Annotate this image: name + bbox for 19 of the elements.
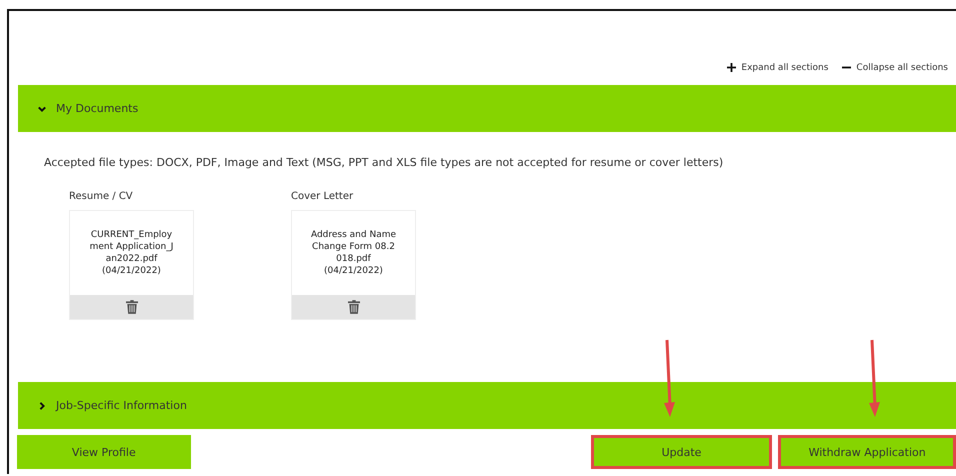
section-toggle-link[interactable]: Expand all sections: [727, 60, 828, 75]
trash-icon[interactable]: [348, 300, 360, 314]
document-label: Resume / CV: [69, 191, 134, 202]
action-button[interactable]: Update: [590, 435, 772, 469]
file-name: Address and Name Change Form 08.2018.pdf: [310, 229, 397, 265]
section-toggle-link[interactable]: Collapse all sections: [842, 60, 948, 75]
plus-icon: [727, 63, 736, 72]
upload-date: (04/21/2022): [324, 265, 383, 277]
chevron-icon: [38, 402, 46, 410]
action-button[interactable]: Withdraw Application: [778, 435, 956, 469]
file-types-note: Accepted file types: DOCX, PDF, Image and Text (MSG, PPT and XLS file types are not accepted for resume or cover letters): [44, 156, 724, 169]
trash-icon[interactable]: [126, 300, 138, 314]
section-header[interactable]: Job-Specific Information: [18, 382, 956, 429]
chevron-icon: [38, 104, 46, 112]
action-button[interactable]: View Profile: [17, 435, 191, 469]
section-header[interactable]: My Documents: [18, 85, 956, 132]
document-label: Cover Letter: [291, 191, 354, 202]
upload-date: (04/21/2022): [102, 265, 161, 277]
file-name: CURRENT_Employment Application_Jan2022.pdf: [88, 229, 174, 265]
